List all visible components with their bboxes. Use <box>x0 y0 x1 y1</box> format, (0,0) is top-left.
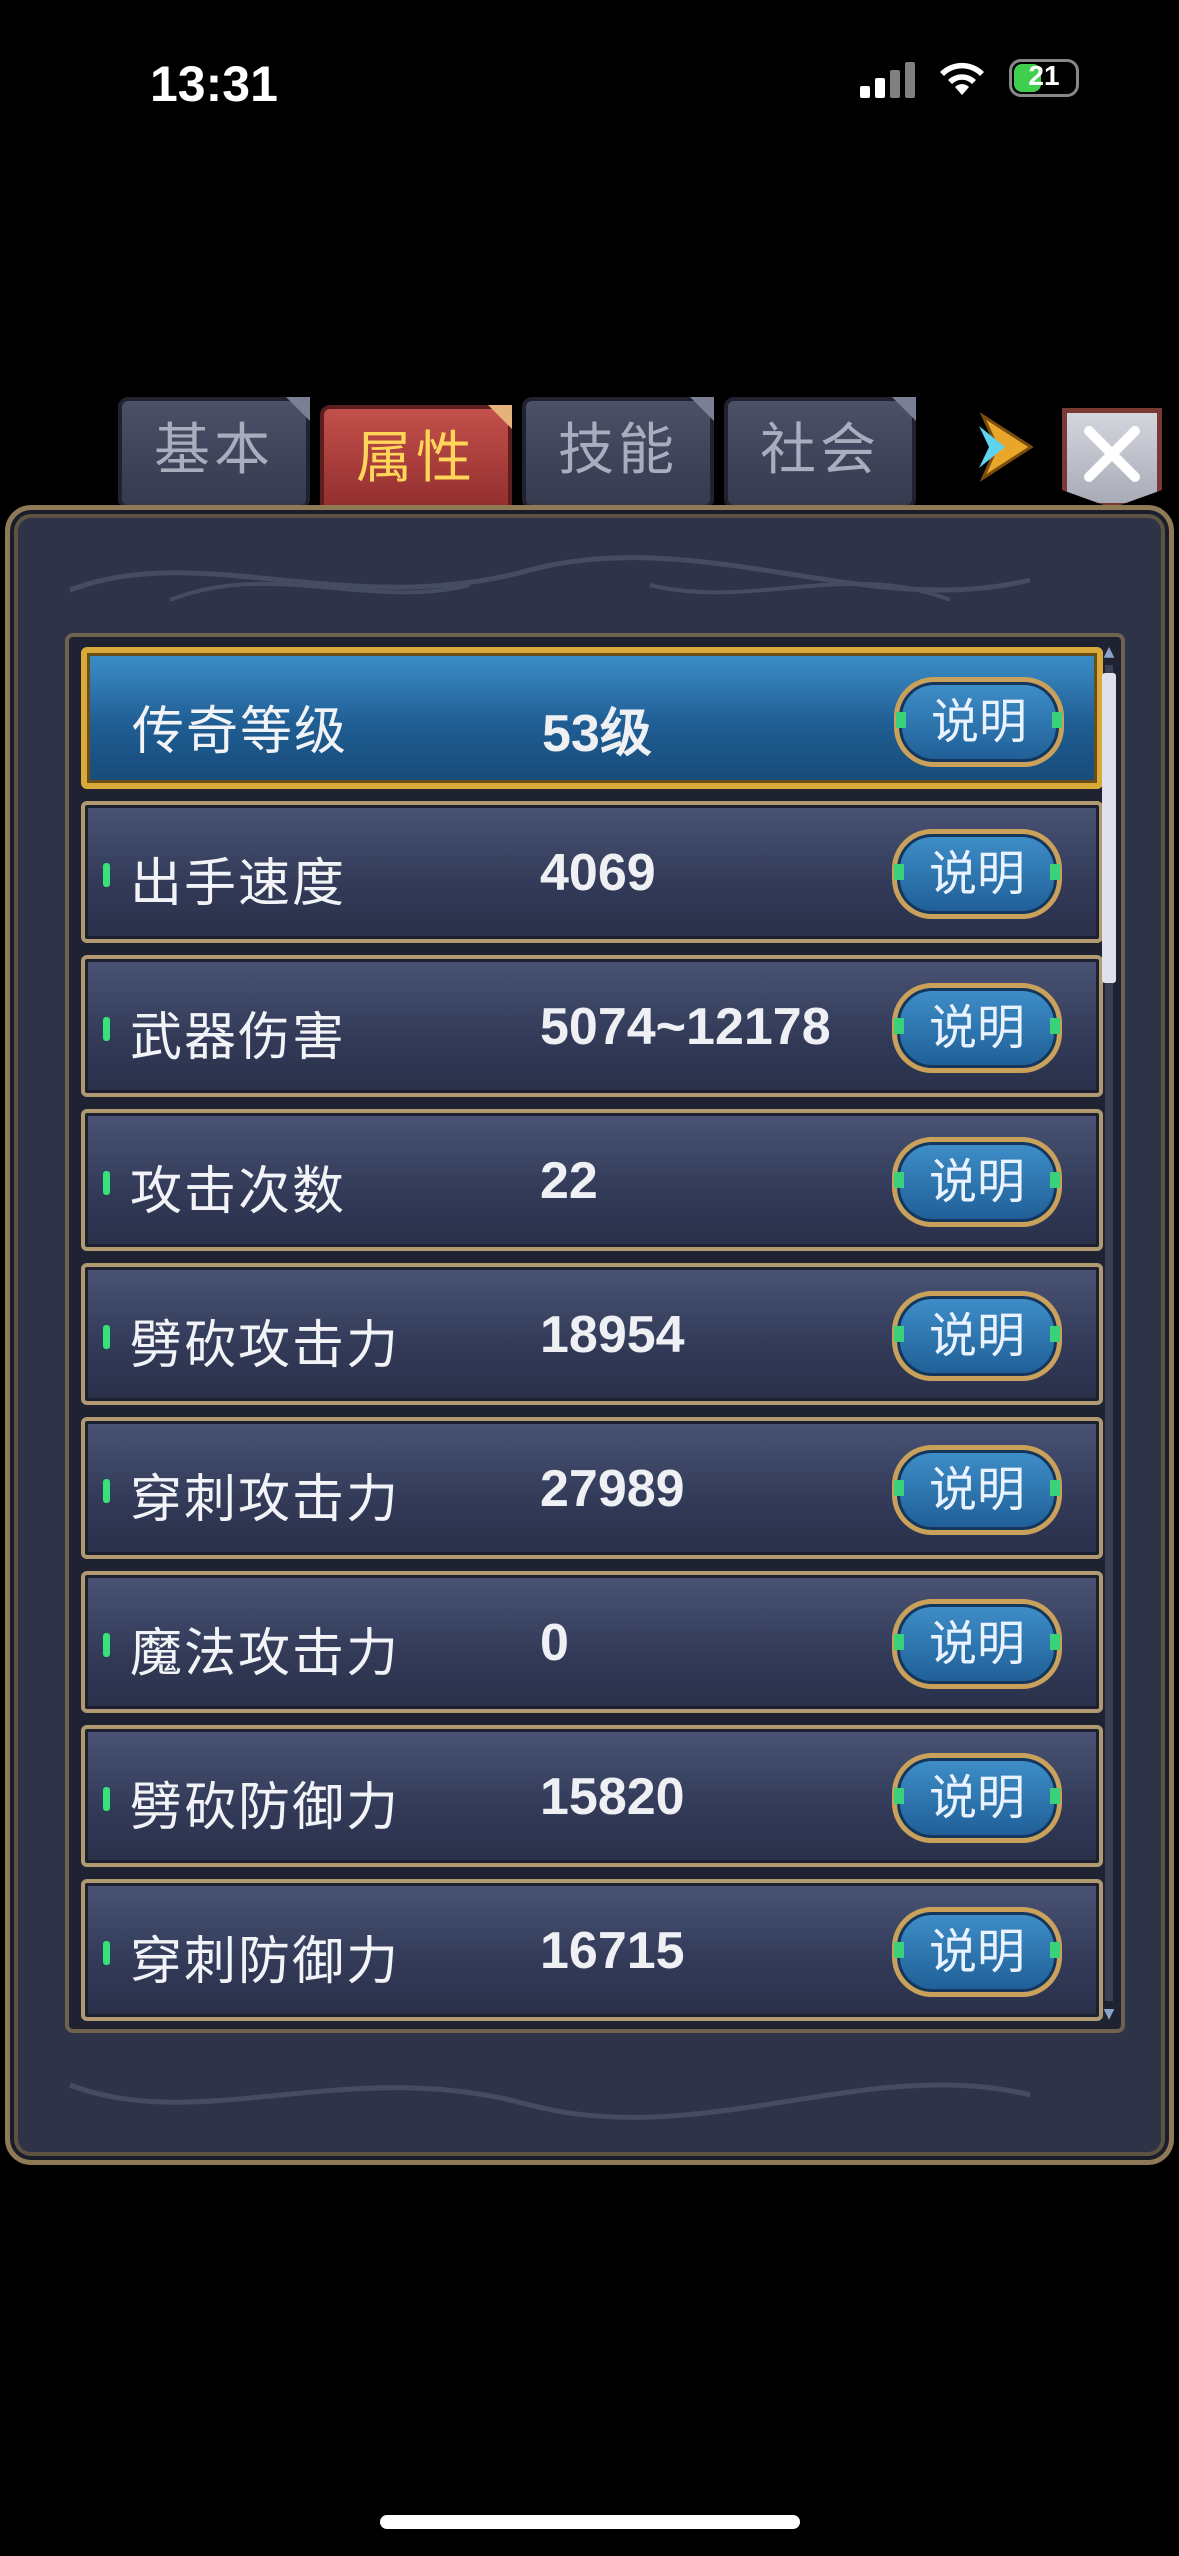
bullet-icon <box>103 1017 110 1041</box>
attribute-row[interactable]: 武器伤害 5074~12178 说明 <box>81 955 1103 1097</box>
help-button[interactable]: 说明 <box>892 983 1062 1073</box>
attribute-value: 27989 <box>540 1460 685 1518</box>
attribute-row[interactable]: 攻击次数 22 说明 <box>81 1109 1103 1251</box>
attribute-value: 0 <box>540 1614 569 1672</box>
battery-level: 21 <box>1028 60 1060 91</box>
attribute-value: 4069 <box>540 844 656 902</box>
attribute-row[interactable]: 穿刺攻击力 27989 说明 <box>81 1417 1103 1559</box>
attribute-value: 18954 <box>540 1306 685 1364</box>
close-icon <box>1084 426 1140 482</box>
bullet-icon <box>103 1941 110 1965</box>
attribute-name: 出手速度 <box>130 854 347 914</box>
attribute-value: 53级 <box>542 705 652 763</box>
attribute-name: 劈砍攻击力 <box>130 1316 401 1376</box>
attribute-value: 16715 <box>540 1922 685 1980</box>
status-icons: 21 <box>860 58 1079 98</box>
bullet-icon <box>103 863 110 887</box>
next-arrow-icon[interactable] <box>975 412 1035 482</box>
tab-skills[interactable]: 技能 <box>522 397 714 509</box>
attribute-name: 穿刺攻击力 <box>130 1470 401 1530</box>
bullet-icon <box>103 1787 110 1811</box>
help-button[interactable]: 说明 <box>892 1291 1062 1381</box>
scroll-up-icon[interactable]: ▲ <box>1102 645 1116 659</box>
list-scrollbar[interactable]: ▲ ▼ <box>1102 645 1116 2021</box>
attribute-row-legend-level[interactable]: 传奇等级 53级 说明 <box>81 647 1103 789</box>
attribute-row[interactable]: 穿刺防御力 16715 说明 <box>81 1879 1103 2021</box>
attribute-name: 传奇等级 <box>132 702 349 762</box>
attribute-name: 穿刺防御力 <box>130 1932 401 1992</box>
bullet-icon <box>103 1171 110 1195</box>
attribute-name: 攻击次数 <box>130 1162 347 1222</box>
attribute-row[interactable]: 劈砍攻击力 18954 说明 <box>81 1263 1103 1405</box>
help-button[interactable]: 说明 <box>892 1753 1062 1843</box>
help-button[interactable]: 说明 <box>894 677 1064 767</box>
attribute-row[interactable]: 出手速度 4069 说明 <box>81 801 1103 943</box>
bullet-icon <box>103 1479 110 1503</box>
attribute-panel: 传奇等级 53级 说明 出手速度 4069 说明 武器伤害 5074~12178… <box>5 505 1174 2165</box>
attribute-row[interactable]: 魔法攻击力 0 说明 <box>81 1571 1103 1713</box>
tab-basic[interactable]: 基本 <box>118 397 310 509</box>
attribute-name: 魔法攻击力 <box>130 1624 401 1684</box>
attribute-name: 劈砍防御力 <box>130 1778 401 1838</box>
attribute-value: 15820 <box>540 1768 685 1826</box>
scroll-thumb[interactable] <box>1102 673 1116 983</box>
help-button[interactable]: 说明 <box>892 1445 1062 1535</box>
tab-social[interactable]: 社会 <box>724 397 916 509</box>
battery-icon: 21 <box>1009 59 1079 97</box>
home-indicator[interactable] <box>380 2515 800 2529</box>
help-button[interactable]: 说明 <box>892 1137 1062 1227</box>
scroll-down-icon[interactable]: ▼ <box>1102 2007 1116 2021</box>
panel-ornament-bottom <box>69 2082 1031 2120</box>
bullet-icon <box>103 1325 110 1349</box>
bullet-icon <box>103 1633 110 1657</box>
close-button[interactable] <box>1062 408 1162 508</box>
attribute-row[interactable]: 劈砍防御力 15820 说明 <box>81 1725 1103 1867</box>
attribute-value: 22 <box>540 1152 598 1210</box>
help-button[interactable]: 说明 <box>892 829 1062 919</box>
attribute-list[interactable]: 传奇等级 53级 说明 出手速度 4069 说明 武器伤害 5074~12178… <box>65 633 1125 2033</box>
attribute-value: 5074~12178 <box>540 998 831 1056</box>
attribute-name: 武器伤害 <box>130 1008 347 1068</box>
status-time: 13:31 <box>150 56 278 112</box>
panel-ornament-top <box>69 555 1031 602</box>
wifi-icon <box>940 62 984 95</box>
cellular-signal-icon <box>860 58 915 98</box>
help-button[interactable]: 说明 <box>892 1907 1062 1997</box>
help-button[interactable]: 说明 <box>892 1599 1062 1689</box>
